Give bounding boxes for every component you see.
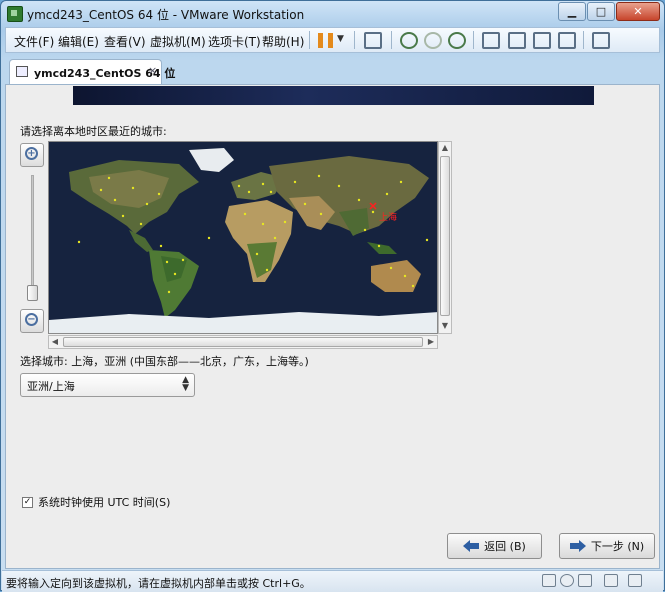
map-horizontal-scrollbar[interactable]: ◀ ▶: [48, 335, 438, 349]
back-button-label: 返回 (B): [484, 540, 526, 553]
close-button[interactable]: ✕: [616, 2, 660, 21]
guest-screen[interactable]: 请选择离本地时区最近的城市: + − 上海 ▲ ▼ ◀ ▶ 选择城市: 上海，亚…: [5, 84, 660, 569]
revert-snapshot-icon[interactable]: [424, 32, 442, 49]
menu-tabs[interactable]: 选项卡(T): [208, 33, 261, 50]
pause-icon[interactable]: [318, 33, 333, 48]
status-bar: 要将输入定向到该虚拟机，请在虚拟机内部单击或按 Ctrl+G。: [2, 570, 663, 592]
close-icon[interactable]: ×: [148, 64, 157, 77]
toolbar-separator: [473, 31, 474, 49]
world-map[interactable]: 上海: [48, 141, 438, 334]
zoom-in-icon: +: [25, 147, 38, 160]
map-marker-label: 上海: [379, 211, 397, 223]
zoom-in-button[interactable]: +: [20, 143, 44, 167]
hard-disk-icon[interactable]: [542, 574, 556, 587]
network-icon[interactable]: [578, 574, 592, 587]
menu-toolbar: 文件(F) 编辑(E) 查看(V) 虚拟机(M) 选项卡(T) 帮助(H) ▼: [5, 27, 660, 53]
status-message: 要将输入定向到该虚拟机，请在虚拟机内部单击或按 Ctrl+G。: [6, 577, 311, 590]
installer-banner: [73, 86, 594, 105]
back-button[interactable]: 返回 (B): [447, 533, 542, 559]
send-keys-icon[interactable]: [364, 32, 382, 49]
snapshot-manager-icon[interactable]: [448, 32, 466, 49]
zoom-out-button[interactable]: −: [20, 309, 44, 333]
chevron-down-icon[interactable]: ▼: [337, 34, 355, 51]
timezone-select[interactable]: 亚洲/上海 ▲ ▼: [20, 373, 195, 397]
maximize-button[interactable]: □: [587, 2, 615, 21]
sidebar-icon[interactable]: [482, 32, 500, 49]
menu-vm[interactable]: 虚拟机(M): [150, 33, 206, 50]
tab-strip: ymcd243_CentOS 64 位 ×: [5, 57, 660, 84]
menu-help[interactable]: 帮助(H): [262, 33, 304, 50]
vm-icon: [16, 66, 28, 77]
zoom-slider-track[interactable]: [31, 175, 34, 300]
message-log-icon[interactable]: [604, 574, 618, 587]
left-arrow-icon: [463, 540, 480, 552]
window-controls: ▁ □ ✕: [558, 2, 660, 21]
timezone-prompt: 请选择离本地时区最近的城市:: [20, 125, 167, 138]
right-arrow-icon: [569, 540, 586, 552]
window-title: ymcd243_CentOS 64 位 - VMware Workstation: [27, 8, 305, 22]
console-view-icon[interactable]: [508, 32, 526, 49]
scroll-down-arrow-icon[interactable]: ▼: [439, 320, 451, 332]
unity-icon[interactable]: [558, 32, 576, 49]
menu-file[interactable]: 文件(F): [14, 33, 54, 50]
utc-clock-option[interactable]: ✓ 系统时钟使用 UTC 时间(S): [22, 494, 170, 510]
fullscreen-icon[interactable]: [533, 32, 551, 49]
vmware-app-icon: [7, 6, 23, 22]
selected-city-text: 选择城市: 上海，亚洲 (中国东部——北京，广东，上海等。): [20, 355, 309, 368]
menu-view[interactable]: 查看(V): [104, 33, 146, 50]
tab-vm[interactable]: ymcd243_CentOS 64 位 ×: [9, 59, 175, 84]
vertical-scroll-thumb[interactable]: [440, 156, 450, 316]
zoom-slider-handle[interactable]: [27, 285, 38, 301]
title-bar: ymcd243_CentOS 64 位 - VMware Workstation…: [1, 1, 664, 25]
scroll-up-arrow-icon[interactable]: ▲: [439, 142, 451, 154]
scroll-right-arrow-icon[interactable]: ▶: [425, 336, 437, 348]
minimize-button[interactable]: ▁: [558, 2, 586, 21]
utc-checkbox-label: 系统时钟使用 UTC 时间(S): [38, 496, 171, 509]
menu-edit[interactable]: 编辑(E): [58, 33, 99, 50]
vmware-window: ymcd243_CentOS 64 位 - VMware Workstation…: [0, 0, 665, 592]
timezone-value: 亚洲/上海: [27, 380, 75, 393]
toolbar-separator: [391, 31, 392, 49]
preferences-icon[interactable]: [592, 32, 610, 49]
cd-rom-icon[interactable]: [560, 574, 574, 587]
next-button-label: 下一步 (N): [590, 540, 645, 553]
zoom-out-icon: −: [25, 313, 38, 326]
toolbar-separator: [583, 31, 584, 49]
next-button[interactable]: 下一步 (N): [559, 533, 655, 559]
toolbar-separator: [309, 31, 310, 49]
snapshot-icon[interactable]: [400, 32, 418, 49]
download-arrow-icon[interactable]: [628, 574, 642, 587]
horizontal-scroll-thumb[interactable]: [63, 337, 423, 347]
map-vertical-scrollbar[interactable]: ▲ ▼: [438, 141, 452, 334]
up-down-chevron-icon: ▲ ▼: [182, 375, 189, 393]
toolbar-separator: [354, 31, 355, 49]
utc-checkbox[interactable]: ✓: [22, 496, 33, 508]
world-map-graphic: 上海: [49, 142, 437, 333]
scroll-left-arrow-icon[interactable]: ◀: [49, 336, 61, 348]
